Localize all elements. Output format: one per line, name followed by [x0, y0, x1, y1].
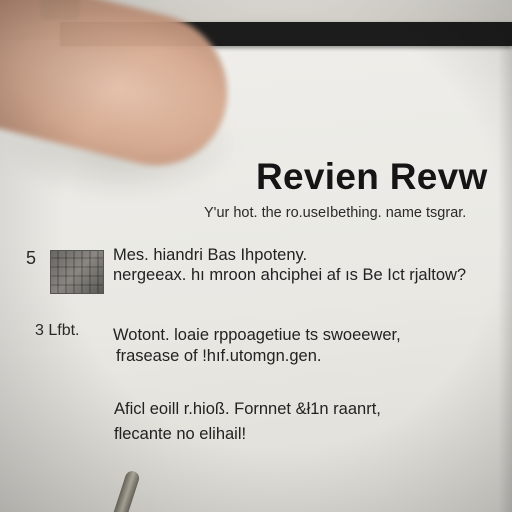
- item-line: Mes. hiandri Bas Ihpoteny.: [113, 246, 308, 264]
- item-line: nergeeax. hı mroon ahciphei af ıs Be Ict…: [113, 266, 467, 284]
- document-subtitle: Y'ur hot. the ro.useIbething. name tsgra…: [204, 205, 467, 221]
- item-number: 5: [26, 248, 37, 268]
- document-title: Revien Revw: [256, 156, 488, 197]
- item-line: Aficl eoill r.hioß. Fornnet &ł1n raanrt,: [114, 400, 381, 418]
- item-number: 3 Lfbt.: [35, 322, 80, 339]
- item-line: frasease of !hıf.utomgn.gen.: [116, 347, 322, 365]
- item-line: Wotont. loaie rppoagetiue ts swoeewer,: [113, 326, 401, 344]
- photo-scene: Revien Revw Y'ur hot. the ro.useIbething…: [0, 0, 512, 512]
- paper-edge-shadow: [498, 40, 512, 512]
- item-line: flecante no elihail!: [114, 425, 247, 443]
- thumbnail-image: [50, 250, 104, 294]
